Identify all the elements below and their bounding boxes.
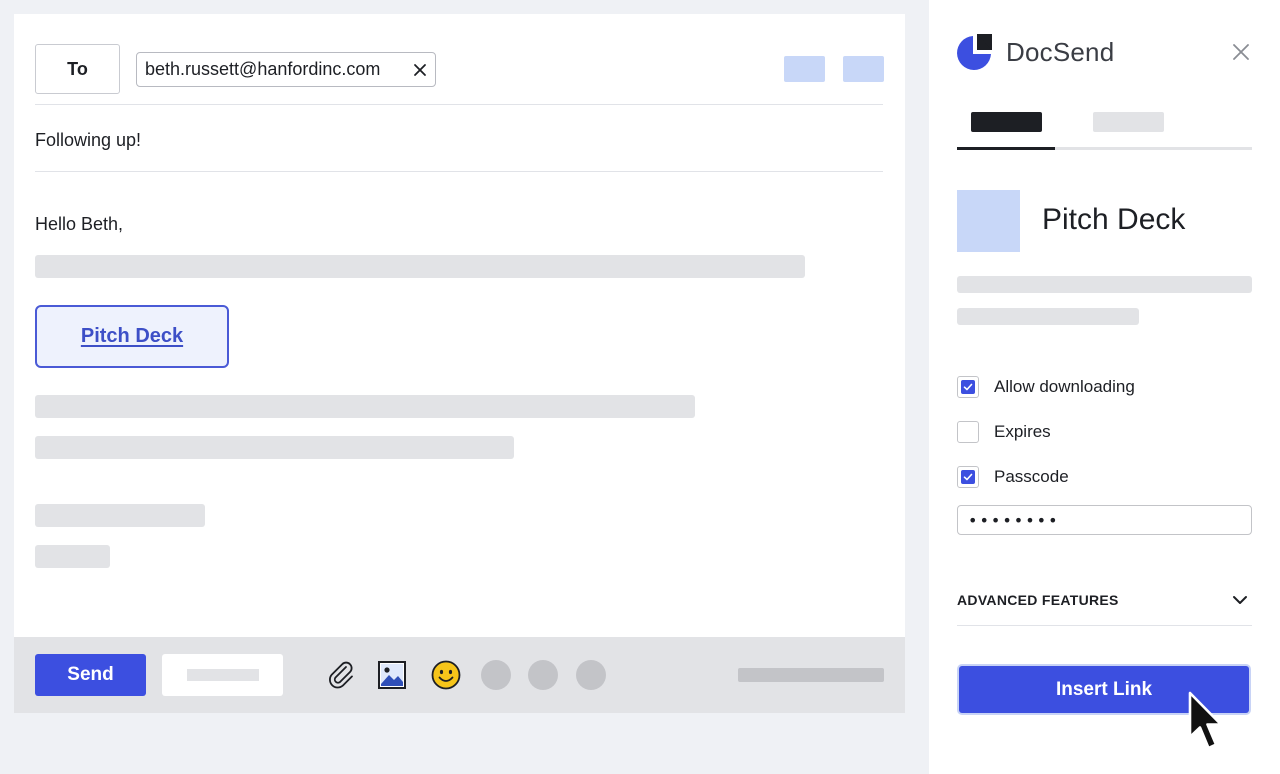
- passcode-input[interactable]: [957, 505, 1252, 535]
- signature-placeholder-line: [35, 504, 205, 527]
- compose-toolbar: Send: [14, 637, 905, 713]
- chevron-down-icon[interactable]: [1232, 594, 1248, 606]
- divider: [35, 171, 883, 172]
- secondary-button-placeholder: [186, 669, 259, 681]
- details-placeholder-line: [957, 308, 1139, 325]
- body-placeholder-line: [35, 436, 514, 459]
- option-passcode[interactable]: Passcode: [957, 466, 1069, 488]
- body-greeting: Hello Beth,: [35, 214, 124, 234]
- tab-active[interactable]: [971, 112, 1042, 132]
- checkbox-checked[interactable]: [957, 376, 979, 398]
- toolbar-option[interactable]: [576, 660, 606, 690]
- toolbar-placeholder: [738, 668, 884, 682]
- document-title: Pitch Deck: [1042, 203, 1186, 236]
- brand-name: DocSend: [1006, 37, 1115, 67]
- body-placeholder-line: [35, 255, 805, 278]
- toolbar-option[interactable]: [528, 660, 558, 690]
- pitch-deck-link[interactable]: Pitch Deck: [35, 305, 229, 368]
- close-icon[interactable]: [1233, 44, 1249, 60]
- close-icon[interactable]: [413, 63, 427, 77]
- document-thumbnail: [957, 190, 1020, 252]
- header-action-2[interactable]: [843, 56, 884, 82]
- body-placeholder-line: [35, 395, 695, 418]
- tab-inactive[interactable]: [1093, 112, 1164, 132]
- checkbox-checked[interactable]: [957, 466, 979, 488]
- secondary-button[interactable]: [162, 654, 283, 696]
- option-label: Allow downloading: [994, 377, 1135, 396]
- docsend-logo-icon: [957, 34, 992, 70]
- send-button[interactable]: Send: [35, 654, 146, 696]
- option-label: Expires: [994, 422, 1051, 441]
- header-action-1[interactable]: [784, 56, 825, 82]
- image-icon[interactable]: [376, 659, 408, 691]
- tab-indicator: [957, 147, 1055, 150]
- details-placeholder-line: [957, 276, 1252, 293]
- signature-placeholder-line: [35, 545, 110, 568]
- paperclip-icon[interactable]: [325, 659, 357, 691]
- option-label: Passcode: [994, 467, 1069, 486]
- email-compose: To beth.russett@hanfordinc.com Following…: [14, 14, 905, 713]
- option-expires[interactable]: Expires: [957, 421, 1051, 443]
- toolbar-option[interactable]: [481, 660, 511, 690]
- to-button[interactable]: To: [35, 44, 120, 94]
- divider: [957, 625, 1252, 626]
- emoji-icon[interactable]: [430, 659, 462, 691]
- checkbox-unchecked[interactable]: [957, 421, 979, 443]
- cursor-icon: [1188, 691, 1223, 750]
- recipient-email: beth.russett@hanfordinc.com: [145, 59, 381, 79]
- divider: [35, 104, 883, 105]
- recipient-chip[interactable]: beth.russett@hanfordinc.com: [136, 52, 436, 87]
- docsend-panel: DocSend Pitch Deck Allow downloading Exp…: [929, 0, 1280, 774]
- advanced-features-toggle[interactable]: ADVANCED FEATURES: [957, 592, 1119, 608]
- pitch-deck-link-text[interactable]: Pitch Deck: [81, 325, 183, 348]
- option-allow-downloading[interactable]: Allow downloading: [957, 376, 1135, 398]
- subject-line[interactable]: Following up!: [35, 130, 141, 151]
